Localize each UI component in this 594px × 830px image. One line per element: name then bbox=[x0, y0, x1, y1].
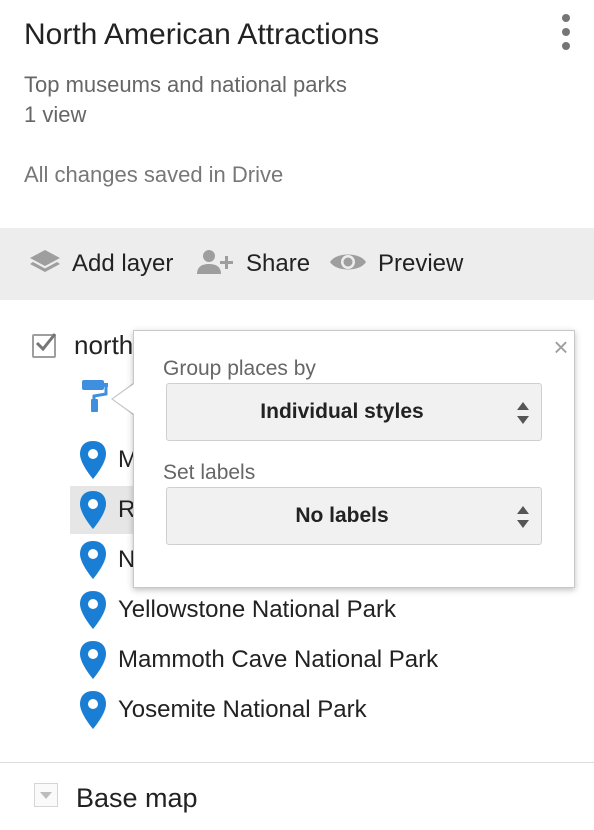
group-places-select[interactable]: Individual styles bbox=[166, 383, 542, 441]
group-places-value: Individual styles bbox=[260, 400, 424, 423]
base-map-label[interactable]: Base map bbox=[76, 783, 198, 814]
chevron-down-icon bbox=[40, 792, 52, 799]
select-arrows-icon bbox=[517, 506, 529, 528]
set-labels-value: No labels bbox=[295, 504, 389, 527]
map-pin-icon bbox=[80, 691, 106, 729]
save-status: All changes saved in Drive bbox=[24, 162, 284, 187]
preview-label: Preview bbox=[378, 250, 464, 277]
place-name: Mammoth Cave National Park bbox=[118, 646, 439, 673]
paint-roller-icon[interactable] bbox=[80, 378, 110, 419]
style-popup: × Group places by Individual styles Set … bbox=[133, 330, 575, 588]
list-item[interactable]: Yellowstone National Park bbox=[70, 586, 550, 634]
group-places-label: Group places by bbox=[163, 357, 316, 380]
share-button[interactable]: Share bbox=[196, 228, 310, 300]
list-item[interactable]: Mammoth Cave National Park bbox=[70, 636, 550, 684]
layer-visibility-checkbox[interactable] bbox=[32, 333, 57, 358]
layer-title[interactable]: north bbox=[74, 330, 133, 361]
select-arrows-icon bbox=[517, 402, 529, 424]
base-map-section: Base map bbox=[0, 762, 594, 830]
map-pin-icon bbox=[80, 441, 106, 479]
map-pin-icon bbox=[80, 541, 106, 579]
map-pin-icon bbox=[80, 591, 106, 629]
preview-button[interactable]: Preview bbox=[328, 228, 463, 300]
set-labels-select[interactable]: No labels bbox=[166, 487, 542, 545]
eye-icon bbox=[328, 248, 368, 281]
set-labels-label: Set labels bbox=[163, 461, 256, 484]
share-label: Share bbox=[246, 250, 311, 277]
map-description[interactable]: Top museums and national parks bbox=[24, 72, 347, 98]
map-pin-icon bbox=[80, 641, 106, 679]
place-name: Yosemite National Park bbox=[118, 696, 367, 723]
view-count: 1 view bbox=[24, 102, 87, 127]
map-pin-icon bbox=[80, 491, 106, 529]
close-icon[interactable]: × bbox=[549, 334, 573, 360]
add-person-icon bbox=[196, 247, 236, 282]
layer-toolbar: Add layer Share Preview bbox=[0, 228, 594, 300]
base-map-expand-toggle[interactable] bbox=[34, 783, 58, 807]
more-options-icon[interactable] bbox=[556, 12, 576, 52]
map-header: North American Attractions Top museums a… bbox=[0, 0, 594, 228]
place-name: Yellowstone National Park bbox=[118, 596, 396, 623]
map-title[interactable]: North American Attractions bbox=[24, 18, 379, 52]
add-layer-button[interactable]: Add layer bbox=[28, 228, 173, 300]
list-item[interactable]: Yosemite National Park bbox=[70, 686, 550, 734]
add-layer-label: Add layer bbox=[72, 250, 174, 277]
layers-icon bbox=[28, 247, 62, 282]
popup-pointer-fill bbox=[113, 384, 134, 414]
